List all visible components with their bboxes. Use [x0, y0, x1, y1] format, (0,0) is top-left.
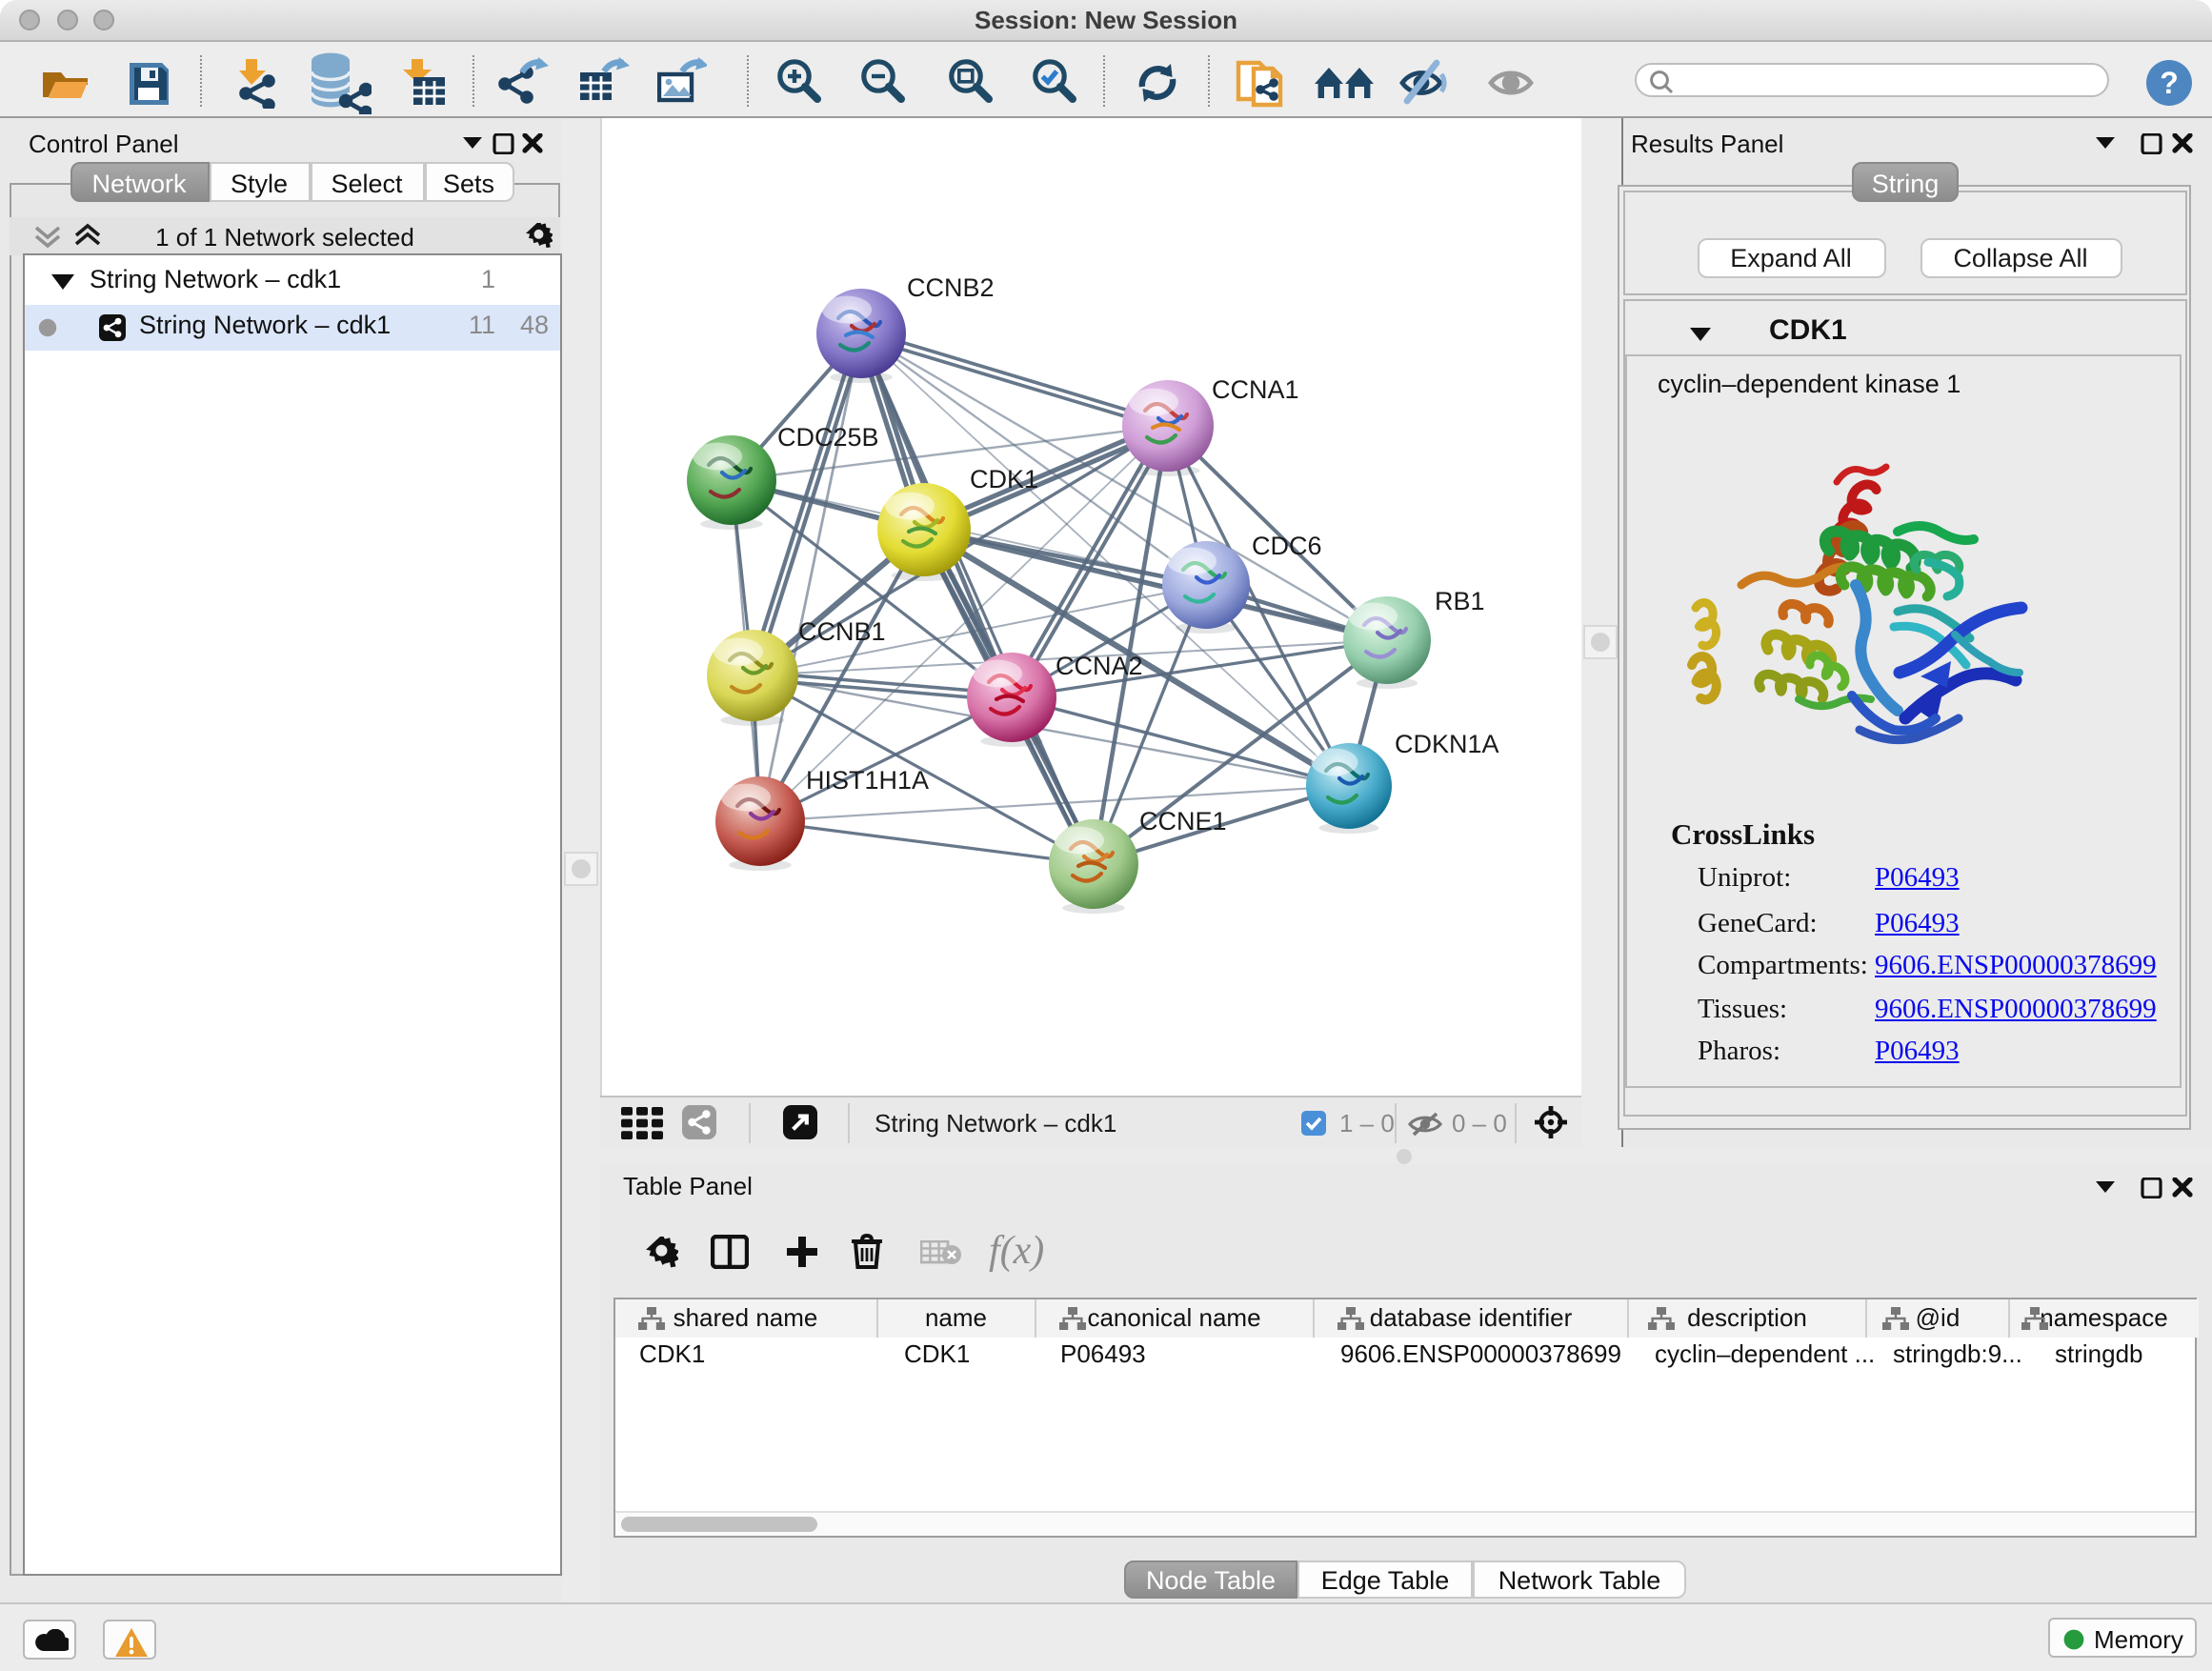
- svg-text:RB1: RB1: [1435, 587, 1485, 615]
- svg-text:CDC6: CDC6: [1252, 532, 1322, 560]
- svg-text:CCNA1: CCNA1: [1212, 375, 1299, 404]
- svg-text:CDK1: CDK1: [970, 465, 1038, 493]
- svg-text:HIST1H1A: HIST1H1A: [806, 766, 929, 795]
- svg-text:CDC25B: CDC25B: [777, 423, 879, 452]
- svg-text:CCNA2: CCNA2: [1056, 652, 1143, 680]
- svg-text:CDKN1A: CDKN1A: [1395, 730, 1499, 758]
- svg-text:?: ?: [2160, 66, 2179, 100]
- svg-text:CCNB2: CCNB2: [907, 273, 995, 302]
- svg-text:CCNB1: CCNB1: [798, 617, 886, 646]
- svg-text:CCNE1: CCNE1: [1139, 807, 1227, 836]
